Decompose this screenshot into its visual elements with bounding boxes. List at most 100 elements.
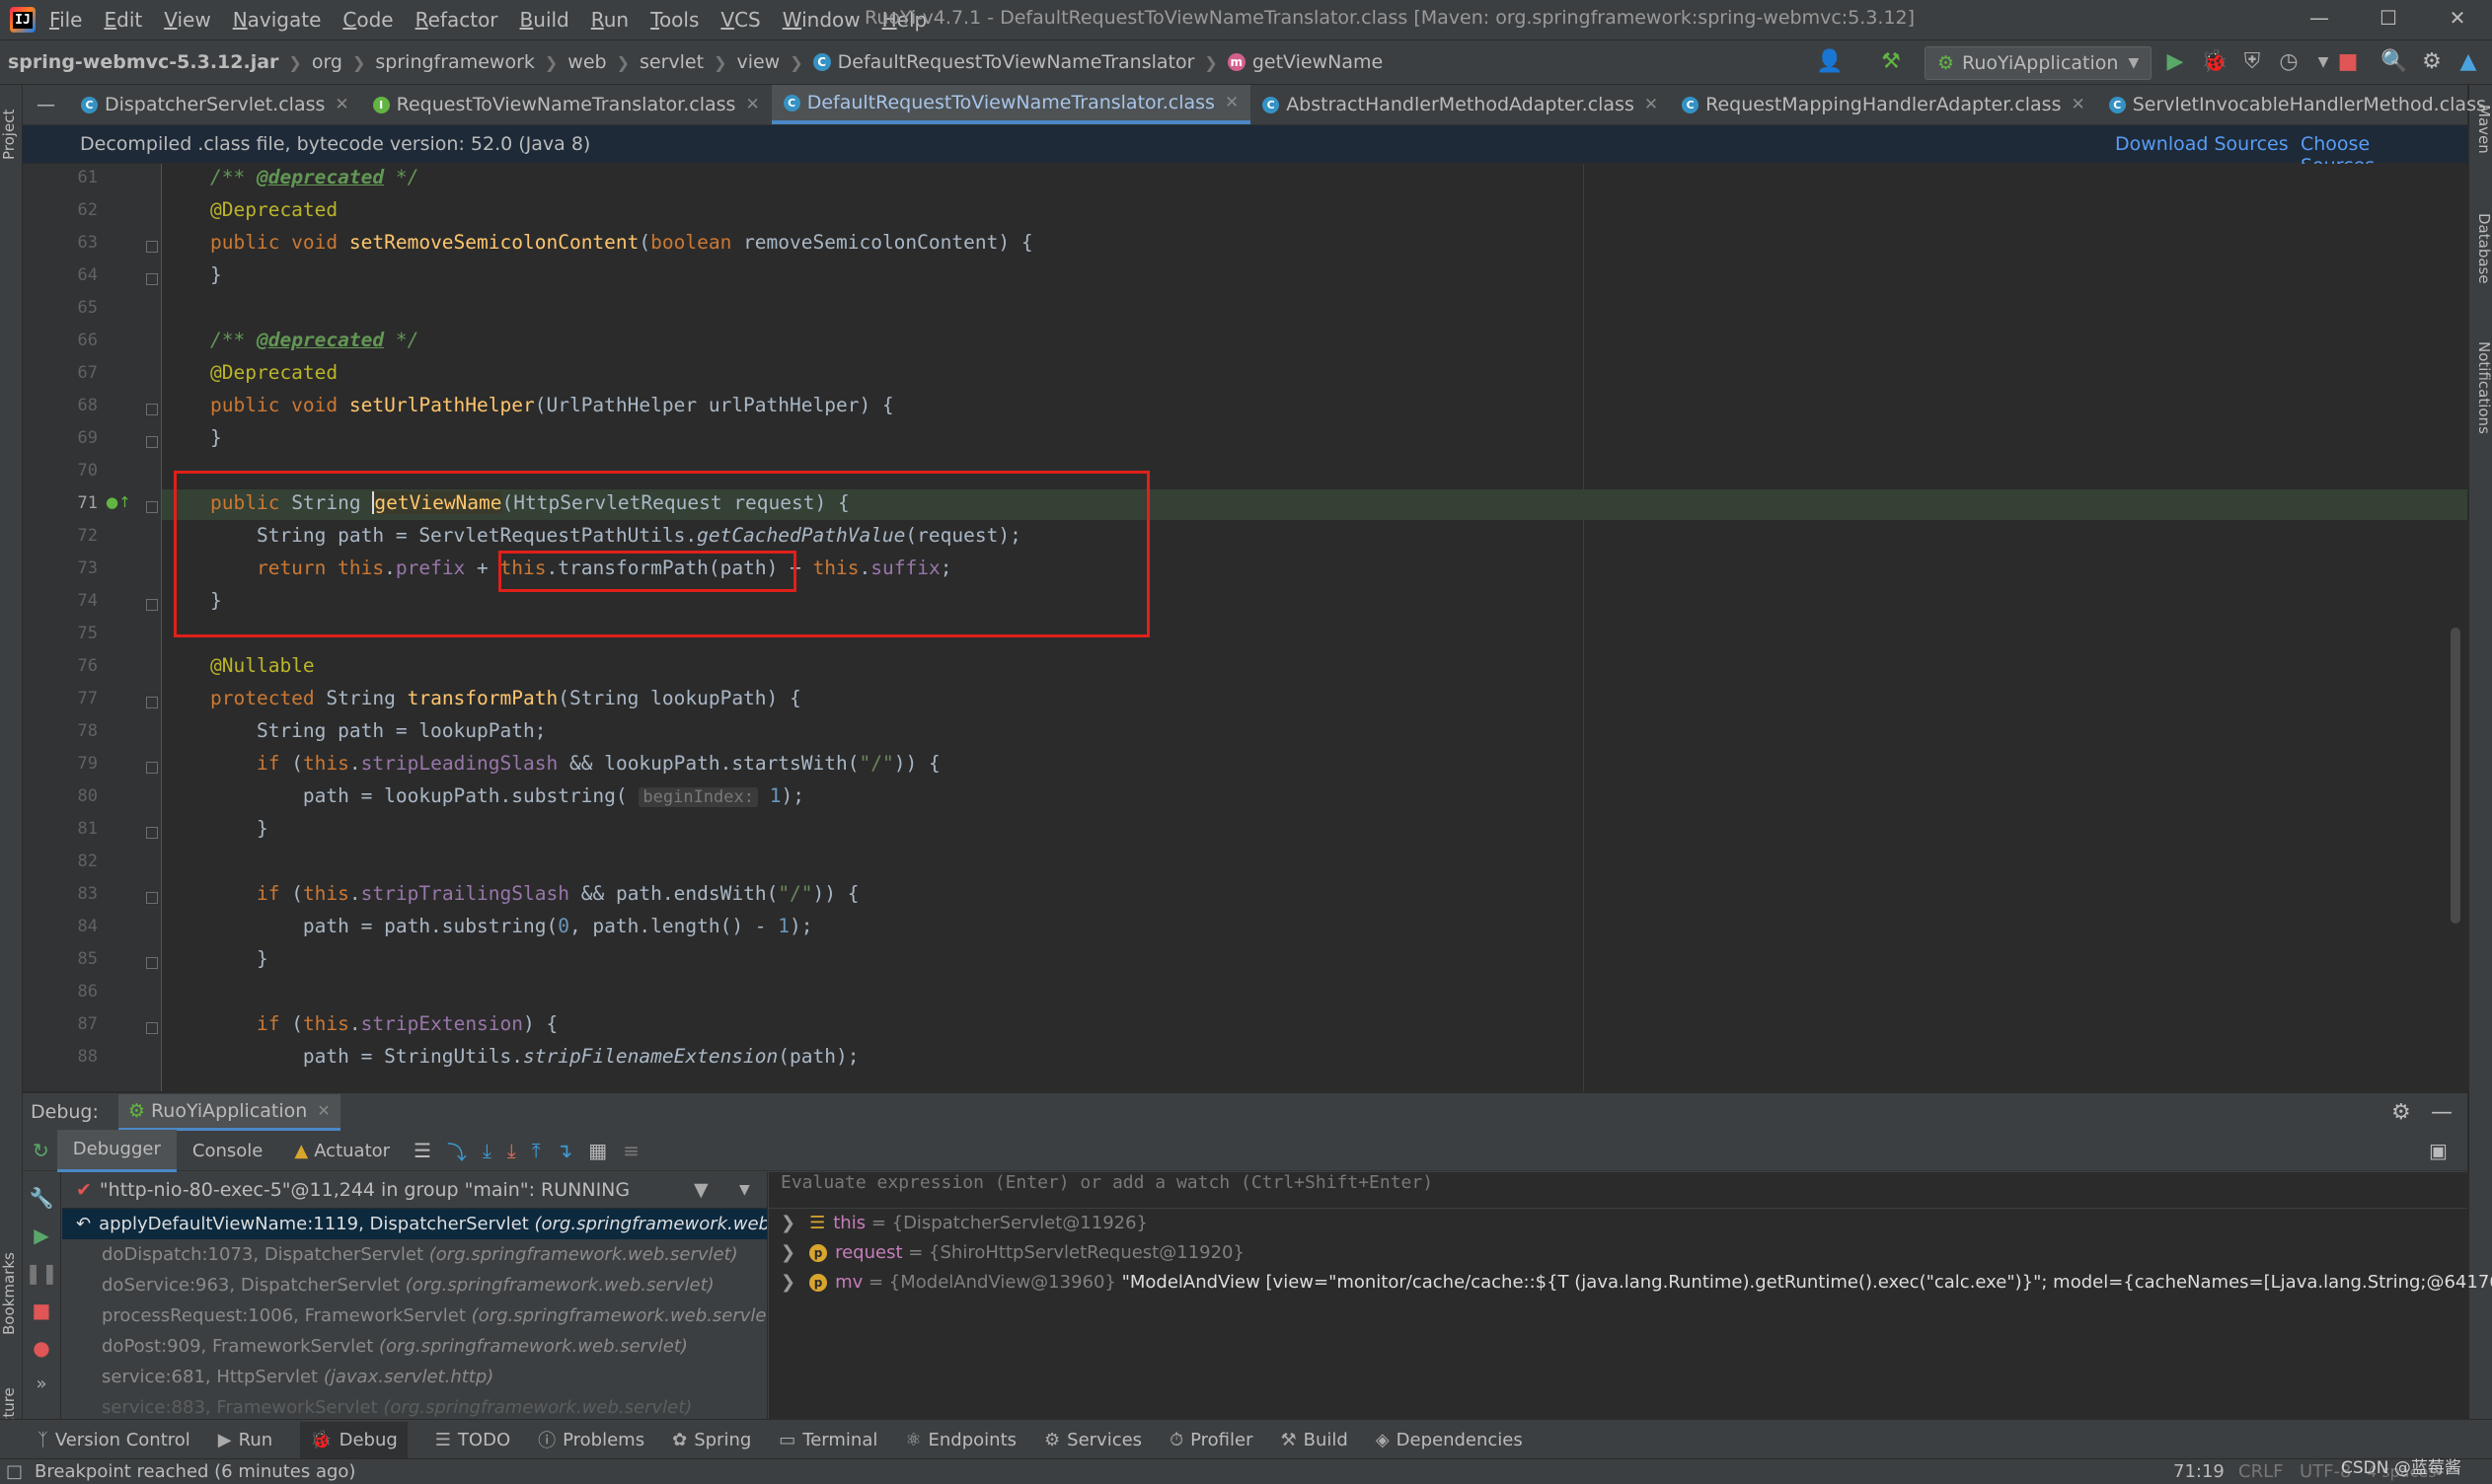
tool-profiler[interactable]: ⏱ Profiler [1170, 1430, 1252, 1450]
fold-icon[interactable] [146, 697, 158, 708]
breadcrumb-class[interactable]: C DefaultRequestToViewNameTranslator [812, 51, 1194, 73]
caret-position[interactable]: 71:19 [2173, 1461, 2225, 1482]
bookmarks-tool-button[interactable]: Bookmarks [0, 1239, 22, 1348]
menu-tools[interactable]: Tools [650, 8, 699, 32]
close-tab-icon[interactable]: ✕ [1225, 93, 1239, 112]
stack-frame[interactable]: ↶ applyDefaultViewName:1119, DispatcherSe… [62, 1209, 767, 1239]
menu-code[interactable]: Code [342, 8, 393, 32]
evaluate-expression-icon[interactable]: ▦ [588, 1139, 607, 1162]
fold-icon[interactable] [146, 501, 158, 513]
collapse-icon[interactable]: — [23, 85, 69, 124]
fold-icon[interactable] [146, 436, 158, 448]
coverage-icon[interactable]: ⛨ [2238, 48, 2266, 76]
tool-spring[interactable]: ✿ Spring [672, 1430, 751, 1450]
stack-frame[interactable]: doPost:909, FrameworkServlet (org.spring… [62, 1331, 767, 1362]
fold-icon[interactable] [146, 241, 158, 253]
tab-requestmappinghandleradapter[interactable]: C RequestMappingHandlerAdapter.class ✕ [1670, 85, 2097, 124]
debug-bug-icon[interactable]: 🐞 [2201, 48, 2228, 76]
fold-icon[interactable] [146, 599, 158, 611]
menu-file[interactable]: File [49, 8, 82, 32]
expand-chevron-icon[interactable]: ❯ [781, 1272, 795, 1293]
more-run-chevron-icon[interactable]: ▼ [2309, 48, 2337, 76]
force-step-into-icon[interactable]: ⤓ [507, 1139, 516, 1162]
expand-icon[interactable]: » [23, 1373, 60, 1394]
tool-terminal[interactable]: ▭ Terminal [779, 1430, 877, 1450]
status-toggle-icon[interactable]: □ [6, 1461, 23, 1482]
menu-edit[interactable]: Edit [104, 8, 142, 32]
run-icon[interactable]: ▶ [2161, 48, 2189, 76]
menu-build[interactable]: Build [520, 8, 569, 32]
build-hammer-icon[interactable]: ⚒ [1877, 48, 1905, 76]
evaluate-expression-input[interactable]: Evaluate expression (Enter) or add a wat… [769, 1172, 2467, 1209]
tab-servletinvocablehandlermethod[interactable]: CServletInvocableHandlerMethod.class✕ [2097, 85, 2492, 124]
menu-vcs[interactable]: VCS [720, 8, 760, 32]
tool-todo[interactable]: ☰ TODO [435, 1430, 510, 1450]
minimize-icon[interactable]: — [2300, 6, 2339, 34]
breadcrumb-web[interactable]: web [567, 51, 606, 73]
breadcrumb-springframework[interactable]: springframework [375, 51, 534, 73]
menu-window[interactable]: Window [783, 8, 861, 32]
close-tab-icon[interactable]: ✕ [1644, 95, 1658, 114]
tool-services[interactable]: ⚙ Services [1044, 1430, 1142, 1450]
trace-icon[interactable]: ≡ [623, 1139, 640, 1162]
hide-panel-icon[interactable]: — [2431, 1100, 2453, 1125]
stack-frame[interactable]: doService:963, DispatcherServlet (org.sp… [62, 1270, 767, 1300]
close-tab-icon[interactable]: ✕ [745, 95, 759, 114]
expand-chevron-icon[interactable]: ❯ [781, 1213, 795, 1233]
tool-build[interactable]: ⚒ Build [1280, 1430, 1347, 1450]
tool-problems[interactable]: ⓘ Problems [538, 1427, 644, 1452]
maximize-icon[interactable]: ☐ [2369, 6, 2408, 34]
stack-frame[interactable]: doDispatch:1073, DispatcherServlet (org.… [62, 1239, 767, 1270]
stop-icon[interactable]: ■ [23, 1298, 60, 1322]
breadcrumb-jar[interactable]: spring-webmvc-5.3.12.jar [8, 51, 278, 73]
menu-view[interactable]: View [164, 8, 210, 32]
tab-requesttoviewnametranslator[interactable]: I RequestToViewNameTranslator.class ✕ [361, 85, 772, 124]
toolbox-icon[interactable]: ▲ [2454, 48, 2482, 76]
user-icon[interactable]: 👤 [1816, 48, 1844, 76]
fold-icon[interactable] [146, 762, 158, 774]
step-out-icon[interactable]: ⤒ [532, 1139, 541, 1162]
step-into-icon[interactable]: ⤓ [483, 1139, 491, 1162]
chevron-down-icon[interactable]: ▼ [739, 1182, 750, 1198]
tool-debug[interactable]: 🐞 Debug [300, 1421, 408, 1458]
implements-marker-icon[interactable]: ●↑ [106, 493, 131, 511]
run-configuration-select[interactable]: ⚙ RuoYiApplication ▼ [1925, 46, 2152, 80]
code-editor[interactable]: 61 62 63 64 65 66 67 68 69 70 71 72 73 7… [23, 164, 2467, 1091]
download-sources-link[interactable]: Download Sources [2115, 133, 2289, 155]
tool-version-control[interactable]: ᛉ Version Control [38, 1430, 190, 1450]
variable-row-mv[interactable]: ❯ p mv = {ModelAndView@13960} "ModelAndVie… [769, 1268, 2492, 1298]
tool-run[interactable]: ▶ Run [218, 1430, 272, 1450]
editor-scrollbar[interactable] [2451, 628, 2460, 924]
view-breakpoints-icon[interactable]: ● [23, 1336, 60, 1360]
fold-icon[interactable] [146, 827, 158, 839]
run-to-cursor-icon[interactable]: ↴ [557, 1139, 573, 1162]
variable-row-request[interactable]: ❯ p request = {ShiroHttpServletRequest@119… [769, 1238, 2467, 1268]
notifications-tool-button[interactable]: Notifications [2471, 341, 2492, 499]
stack-frame[interactable]: service:681, HttpServlet (javax.servlet.… [62, 1362, 767, 1392]
project-tool-button[interactable]: Project [0, 95, 22, 174]
close-tab-icon[interactable]: ✕ [2071, 95, 2084, 114]
resume-icon[interactable]: ▶ [23, 1224, 60, 1247]
expand-chevron-icon[interactable]: ❯ [781, 1242, 795, 1263]
close-tab-icon[interactable]: ✕ [335, 95, 348, 114]
tab-actuator[interactable]: ▲ Actuator [278, 1131, 406, 1170]
close-icon[interactable]: ✕ [2438, 6, 2477, 34]
profile-icon[interactable]: ◷ [2275, 48, 2303, 76]
fold-icon[interactable] [146, 1022, 158, 1034]
tab-defaultrequesttoviewnametranslator[interactable]: C DefaultRequestToViewNameTranslator.clas… [771, 85, 1251, 124]
close-session-icon[interactable]: ✕ [317, 1101, 330, 1120]
settings-gear-icon[interactable]: ⚙ [2418, 48, 2446, 76]
breadcrumb-method[interactable]: m getViewName [1227, 51, 1383, 73]
breadcrumb-org[interactable]: org [312, 51, 342, 73]
pause-icon[interactable]: ❚❚ [23, 1261, 60, 1285]
show-frames-icon[interactable]: ☰ [414, 1139, 431, 1162]
menu-navigate[interactable]: Navigate [233, 8, 322, 32]
wrench-icon[interactable]: 🔧 [23, 1186, 60, 1210]
settings-gear-icon[interactable]: ⚙ [2391, 1100, 2411, 1125]
breadcrumb-view[interactable]: view [736, 51, 780, 73]
thread-selector[interactable]: ✔ "http-nio-80-exec-5"@11,244 in group "… [62, 1172, 767, 1209]
debug-session-tab[interactable]: ⚙ RuoYiApplication ✕ [117, 1093, 340, 1131]
rerun-icon[interactable]: ↻ [33, 1139, 49, 1162]
tab-dispatcherservlet[interactable]: C DispatcherServlet.class ✕ [69, 85, 361, 124]
stack-frame[interactable]: service:883, FrameworkServlet (org.sprin… [62, 1392, 767, 1419]
